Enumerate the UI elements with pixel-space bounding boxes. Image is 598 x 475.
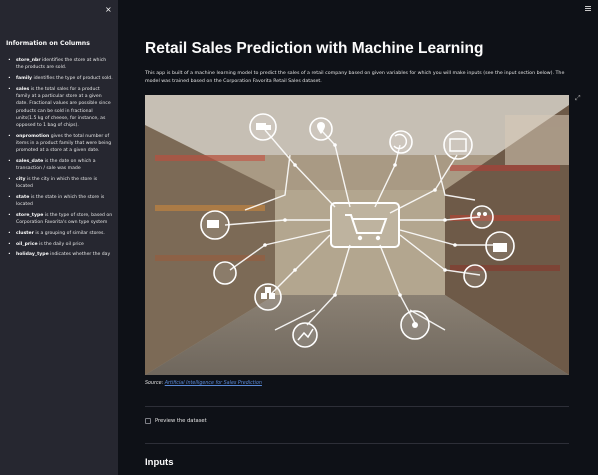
app-description: This app is built of a machine learning …	[145, 71, 565, 84]
column-info-item: sales is the total sales for a product f…	[8, 86, 114, 130]
page-title: Retail Sales Prediction with Machine Lea…	[145, 40, 484, 57]
column-name: state	[16, 195, 30, 201]
preview-dataset-checkbox-row[interactable]: Preview the dataset	[145, 418, 207, 424]
column-info-item: store_nbr identifies the store at which …	[8, 57, 114, 72]
sidebar: × Information on Columns store_nbr ident…	[0, 0, 118, 475]
column-info-item: oil_price is the daily oil price	[8, 241, 114, 249]
source-link[interactable]: Artificial Intelligence for Sales Predic…	[165, 381, 262, 386]
shopping-cart-icon	[330, 202, 400, 248]
column-description: is a grouping of similar stores.	[33, 231, 105, 237]
column-name: cluster	[16, 231, 34, 237]
column-info-item: city is the city in which the store is l…	[8, 176, 114, 191]
column-info-item: state is the state in which the store is…	[8, 194, 114, 209]
image-caption: Source: Artificial Intelligence for Sale…	[145, 381, 262, 386]
column-name: sales_date	[16, 159, 44, 165]
divider	[145, 406, 569, 407]
column-description: is the daily oil price	[37, 241, 84, 247]
column-name: holiday_type	[16, 252, 49, 258]
close-icon[interactable]: ×	[105, 6, 112, 14]
column-info-item: cluster is a grouping of similar stores.	[8, 230, 114, 238]
column-info-item: sales_date is the date on which a transa…	[8, 158, 114, 173]
caption-prefix: Source:	[145, 381, 165, 386]
column-description: is the total sales for a product family …	[16, 86, 111, 129]
hero-image	[145, 95, 569, 375]
column-name: sales	[16, 86, 30, 92]
inputs-section-title: Inputs	[145, 457, 174, 468]
column-description: identifies the type of product sold.	[32, 75, 113, 81]
column-name: store_type	[16, 213, 44, 219]
retail-ai-illustration	[145, 95, 569, 375]
fullscreen-icon[interactable]: ⤢	[575, 94, 581, 103]
column-info-item: onpromotion gives the total number of it…	[8, 133, 114, 155]
column-name: family	[16, 75, 33, 81]
sidebar-title: Information on Columns	[6, 40, 90, 47]
hamburger-menu-icon[interactable]	[585, 6, 591, 11]
main-content: Retail Sales Prediction with Machine Lea…	[118, 0, 598, 475]
column-info-item: store_type is the type of store, based o…	[8, 212, 114, 227]
column-name: onpromotion	[16, 133, 50, 139]
column-description: is the state in which the store is locat…	[16, 195, 105, 208]
divider	[145, 443, 569, 444]
column-name: city	[16, 177, 26, 183]
preview-dataset-checkbox[interactable]	[145, 418, 151, 424]
column-description: indicates whether the day	[48, 252, 111, 258]
column-info-list: store_nbr identifies the store at which …	[8, 57, 114, 262]
column-description: is the city in which the store is locate…	[16, 177, 98, 190]
people-icon	[470, 205, 494, 229]
column-name: oil_price	[16, 241, 38, 247]
preview-dataset-label[interactable]: Preview the dataset	[155, 418, 207, 424]
globe-icon	[213, 261, 237, 285]
column-info-item: family identifies the type of product so…	[8, 75, 114, 83]
column-info-item: holiday_type indicates whether the day	[8, 251, 114, 259]
key-icon	[463, 264, 487, 288]
store-icon	[443, 130, 473, 160]
column-name: store_nbr	[16, 58, 41, 63]
